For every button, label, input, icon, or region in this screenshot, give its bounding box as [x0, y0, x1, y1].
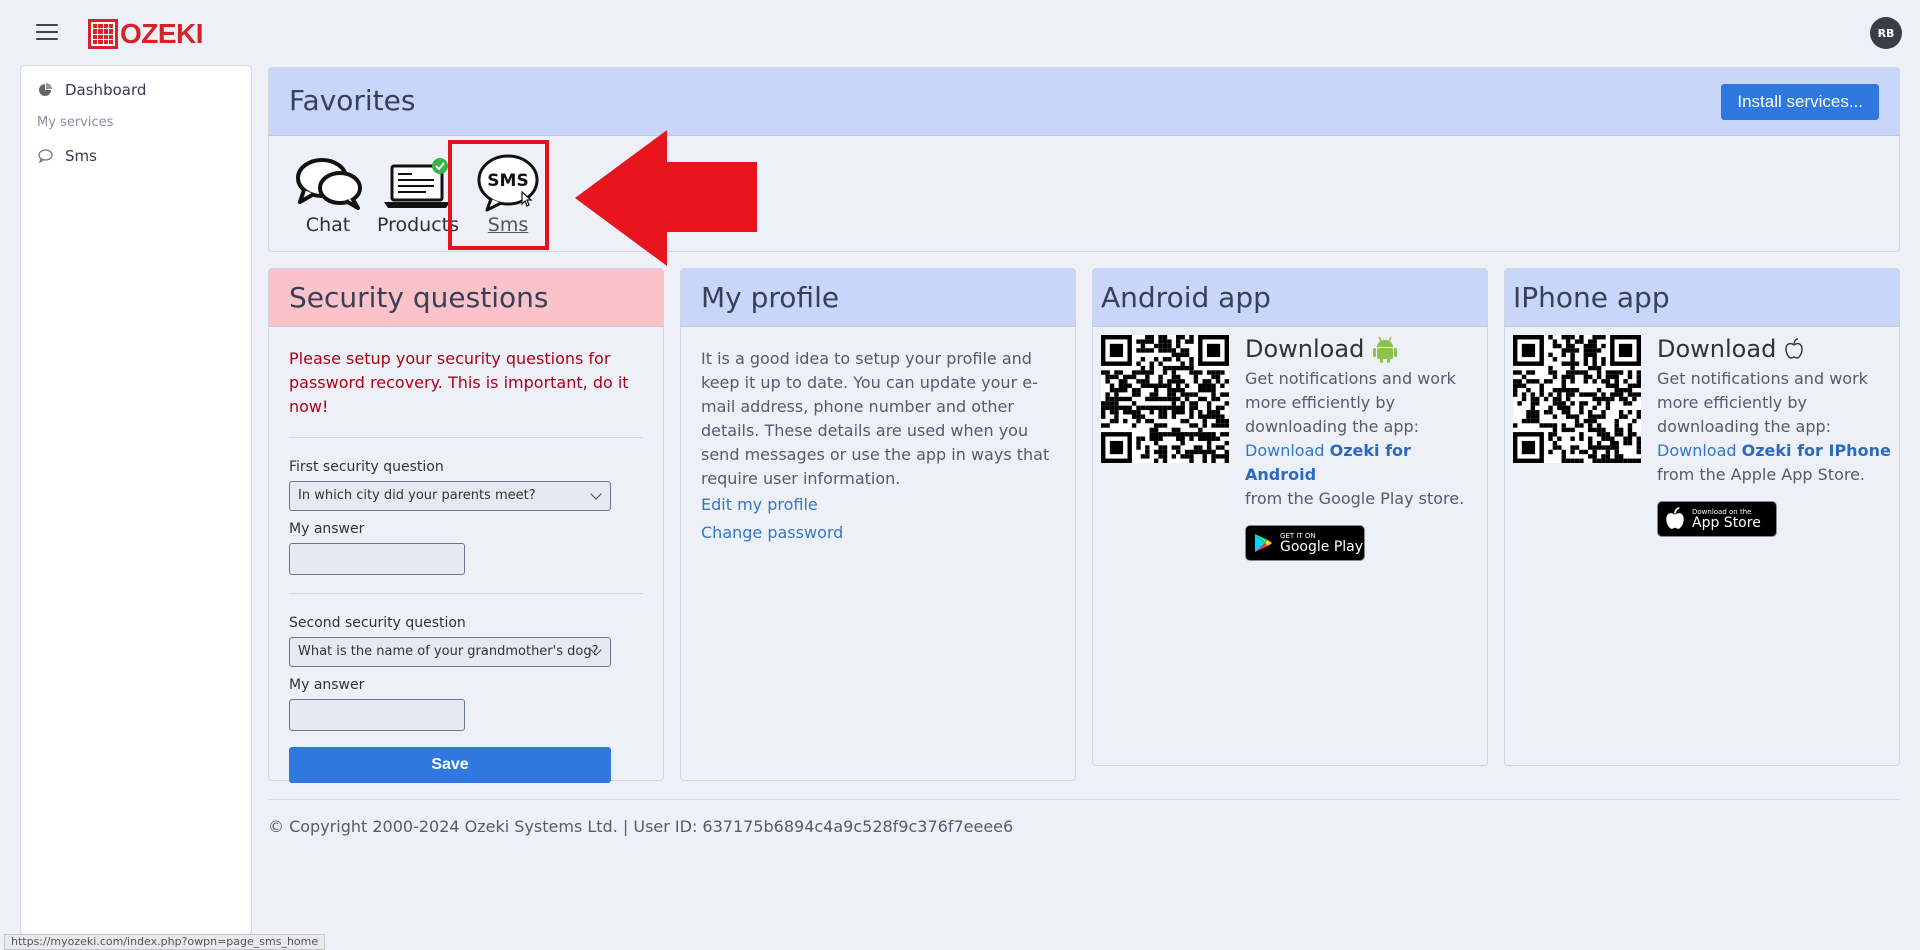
badge-big-text: App Store	[1692, 514, 1761, 531]
download-android-link[interactable]: Download Ozeki for Android	[1245, 441, 1411, 484]
sms-bubble-icon	[37, 148, 53, 164]
sidebar-section-label: My services	[37, 115, 114, 130]
iphone-download-title: Download	[1657, 335, 1891, 363]
second-answer-input[interactable]	[289, 699, 465, 731]
iphone-description: Get notifications and work more efficien…	[1657, 367, 1891, 487]
save-button[interactable]: Save	[289, 747, 611, 783]
dashboard-pie-icon	[37, 82, 53, 98]
first-answer-input[interactable]	[289, 543, 465, 575]
divider	[289, 437, 643, 438]
footer-divider	[268, 799, 1900, 800]
first-question-label: First security question	[289, 459, 444, 475]
iphone-app-card: IPhone app Download Get notifications an…	[1504, 268, 1900, 766]
android-info: Download Get notifications and work more…	[1245, 335, 1479, 561]
apple-logo-icon	[1666, 507, 1684, 529]
badge-big-text: Google Play	[1280, 538, 1364, 555]
my-profile-body: It is a good idea to setup your profile …	[681, 327, 1075, 567]
iphone-app-body: Download Get notifications and work more…	[1505, 327, 1899, 545]
favorite-chat[interactable]: Chat	[283, 154, 373, 236]
user-avatar[interactable]: RB	[1870, 17, 1902, 49]
download-heading: Download	[1657, 335, 1777, 363]
security-questions-body: Please setup your security questions for…	[269, 327, 663, 803]
iphone-info: Download Get notifications and work more…	[1657, 335, 1891, 537]
select-value: What is the name of your grandmother's d…	[298, 644, 599, 659]
second-question-label: Second security question	[289, 615, 466, 631]
google-play-badge[interactable]: GET IT ON Google Play	[1245, 525, 1365, 561]
security-questions-card: Security questions Please setup your sec…	[268, 268, 664, 783]
iphone-text1: Get notifications and work more efficien…	[1657, 369, 1868, 436]
download-heading: Download	[1245, 335, 1365, 363]
security-warning: Please setup your security questions for…	[289, 349, 629, 416]
security-questions-title: Security questions	[269, 269, 663, 327]
android-app-card: Android app Download Get notifications a…	[1092, 268, 1488, 766]
top-bar: OZEKI RB	[0, 0, 1920, 64]
android-icon	[1373, 336, 1398, 363]
chevron-down-icon	[590, 488, 602, 500]
android-download-title: Download	[1245, 335, 1479, 363]
logo-text: OZEKI	[120, 18, 204, 49]
second-question-select[interactable]: What is the name of your grandmother's d…	[289, 637, 611, 667]
qr-code-icon	[1101, 335, 1229, 463]
sidebar-item-label: Dashboard	[65, 81, 147, 99]
my-profile-card: My profile It is a good idea to setup yo…	[680, 268, 1076, 781]
favorites-header: Favorites Install services...	[269, 68, 1899, 136]
first-answer-label: My answer	[289, 521, 365, 537]
change-password-link[interactable]: Change password	[701, 519, 1055, 547]
qr-code-icon	[1513, 335, 1641, 463]
install-services-button[interactable]: Install services...	[1721, 84, 1879, 120]
apple-icon	[1785, 338, 1803, 359]
sidebar-item-label: Sms	[65, 147, 97, 165]
android-app-title: Android app	[1093, 269, 1487, 327]
android-app-body: Download Get notifications and work more…	[1093, 327, 1487, 569]
android-text1: Get notifications and work more efficien…	[1245, 369, 1456, 436]
menu-icon[interactable]	[36, 24, 58, 42]
highlight-box	[448, 140, 549, 250]
chat-icon	[283, 154, 373, 212]
sidebar-item-sms[interactable]: Sms	[21, 134, 251, 178]
favorite-label: Chat	[305, 214, 351, 236]
select-value: In which city did your parents meet?	[298, 488, 536, 503]
app-store-badge[interactable]: Download on the App Store	[1657, 501, 1777, 537]
android-text2: from the Google Play store.	[1245, 489, 1465, 508]
my-profile-title: My profile	[681, 269, 1075, 327]
status-bar-url: https://myozeki.com/index.php?owpn=page_…	[4, 934, 326, 950]
sidebar: Dashboard My services Sms	[20, 65, 252, 935]
favorites-title: Favorites	[289, 84, 416, 117]
iphone-app-title: IPhone app	[1505, 269, 1899, 327]
red-arrow-pointer	[575, 130, 757, 266]
divider	[289, 593, 643, 594]
android-description: Get notifications and work more efficien…	[1245, 367, 1479, 511]
edit-profile-link[interactable]: Edit my profile	[701, 491, 1055, 519]
download-iphone-link[interactable]: Download Ozeki for IPhone	[1657, 441, 1891, 460]
ozeki-logo-icon	[88, 19, 118, 49]
footer-copyright: © Copyright 2000-2024 Ozeki Systems Ltd.…	[268, 817, 1014, 836]
second-answer-label: My answer	[289, 677, 365, 693]
ozeki-logo[interactable]: OZEKI	[88, 18, 204, 50]
sidebar-item-dashboard[interactable]: Dashboard	[21, 68, 251, 112]
iphone-text2: from the Apple App Store.	[1657, 465, 1866, 484]
first-question-select[interactable]: In which city did your parents meet?	[289, 481, 611, 511]
profile-description: It is a good idea to setup your profile …	[701, 349, 1050, 488]
google-play-icon	[1255, 534, 1272, 552]
